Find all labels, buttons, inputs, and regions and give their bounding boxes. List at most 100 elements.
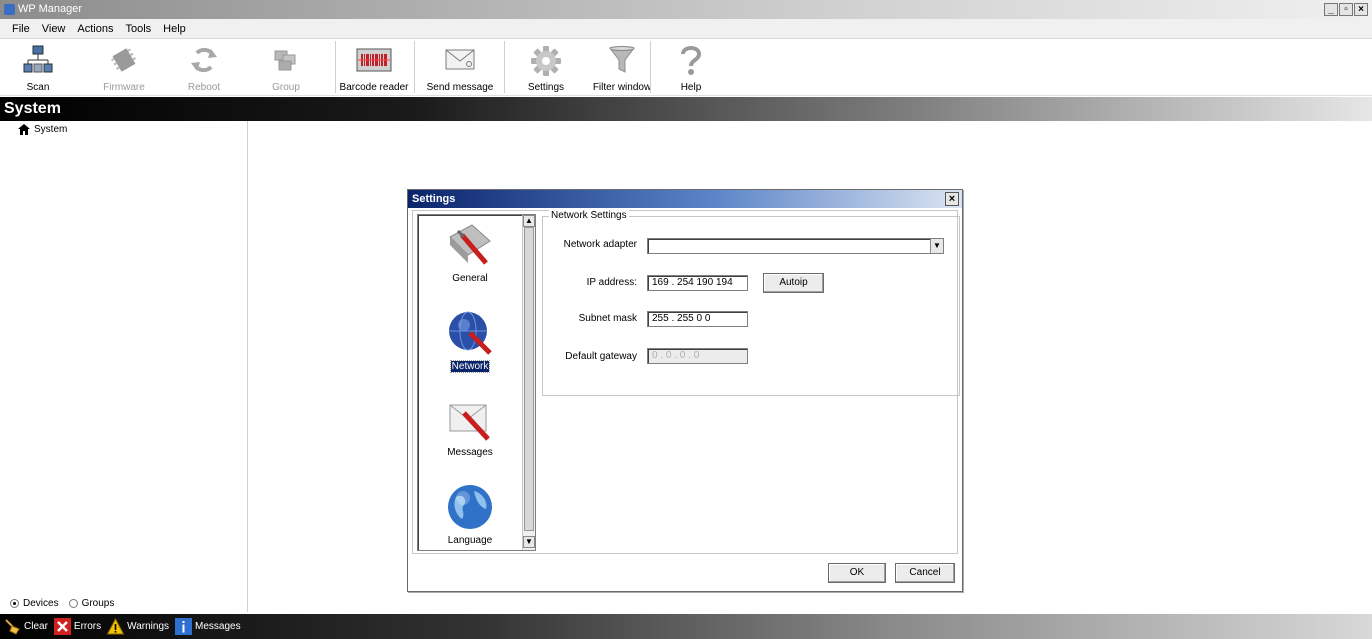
settings-button[interactable]: Settings (520, 41, 572, 95)
clear-button[interactable]: Clear (4, 618, 48, 635)
menu-tools[interactable]: Tools (119, 23, 157, 35)
reboot-label: Reboot (187, 82, 221, 93)
network-icon (23, 45, 53, 73)
globe-icon (448, 485, 492, 529)
network-adapter-label: Network adapter (563, 239, 637, 250)
window-title: WP Manager (18, 3, 82, 15)
chip-icon (110, 48, 137, 72)
menu-help[interactable]: Help (157, 23, 192, 35)
warnings-label: Warnings (127, 621, 170, 632)
messages-button[interactable]: Messages (175, 618, 241, 635)
errors-label: Errors (73, 621, 102, 632)
send-message-button[interactable]: Send message (424, 41, 496, 95)
broom-icon (5, 619, 20, 635)
menu-view[interactable]: View (36, 23, 72, 35)
messages-tools-icon (449, 404, 490, 441)
close-window-button[interactable]: × (1354, 3, 1368, 16)
ok-button[interactable]: OK (828, 563, 886, 583)
window-title-bar: WP Manager _ ▫ × (0, 0, 1372, 19)
toolbar-separator (414, 41, 415, 93)
menu-file[interactable]: File (6, 23, 36, 35)
firmware-button[interactable]: Firmware (100, 41, 148, 95)
app-icon (4, 4, 15, 15)
category-scrollbar[interactable]: ▲ ▼ (522, 215, 535, 550)
groups-radio[interactable] (68, 599, 78, 608)
category-label: General (452, 273, 488, 284)
subnet-mask-label: Subnet mask (578, 313, 637, 324)
scan-label: Scan (26, 82, 50, 93)
dialog-title-bar: Settings × (408, 190, 962, 208)
category-label: Messages (447, 447, 493, 458)
filter-window-button[interactable]: Filter window (584, 41, 660, 95)
category-label: Network (449, 360, 491, 373)
category-general[interactable]: General (418, 223, 522, 284)
ip-address-label: IP address: (586, 277, 637, 288)
toolbar-separator (650, 41, 651, 93)
dialog-body: General Network Messages Language ▲ ▼ Ne… (412, 210, 960, 554)
category-network[interactable]: Network (418, 309, 522, 373)
help-label: Help (680, 82, 702, 93)
restore-button[interactable]: ▫ (1339, 3, 1353, 16)
section-title: System (4, 100, 61, 117)
minimize-button[interactable]: _ (1324, 3, 1338, 16)
ip-address-value: 169 . 254 190 194 (652, 277, 733, 288)
category-label: Language (447, 535, 493, 546)
errors-button[interactable]: Errors (53, 618, 102, 635)
group-icon (274, 50, 296, 71)
gear-icon (531, 46, 561, 76)
reboot-icon (191, 47, 217, 73)
network-globe-icon (449, 311, 492, 355)
section-header: System (0, 97, 1372, 121)
barcode-reader-button[interactable]: Barcode reader (338, 41, 410, 95)
filter-window-label: Filter window (592, 82, 652, 93)
group-button[interactable]: Group (262, 41, 310, 95)
network-adapter-select[interactable]: ▼ (647, 238, 944, 254)
filter-icon (609, 46, 635, 73)
device-tree-panel: System Devices Groups (0, 121, 248, 612)
send-message-label: Send message (426, 82, 494, 93)
help-button[interactable]: Help (668, 41, 714, 95)
barcode-reader-label: Barcode reader (339, 82, 409, 93)
default-gateway-field: 0 . 0 . 0 . 0 (647, 348, 748, 364)
help-icon (681, 46, 702, 75)
devices-radio-label: Devices (23, 598, 59, 609)
cancel-button[interactable]: Cancel (895, 563, 955, 583)
envelope-icon (445, 49, 475, 70)
clear-label: Clear (24, 621, 48, 632)
menu-actions[interactable]: Actions (71, 23, 119, 35)
group-label: Group (272, 82, 300, 93)
warning-icon (107, 618, 125, 635)
group-title: Network Settings (549, 210, 629, 221)
barcode-icon (356, 48, 392, 72)
scroll-up-icon[interactable]: ▲ (523, 215, 535, 227)
info-icon (175, 618, 193, 635)
toolbar-separator (504, 41, 505, 93)
default-gateway-value: 0 . 0 . 0 . 0 (652, 350, 700, 361)
network-settings-group: Network Settings Network adapter ▼ IP ad… (542, 210, 960, 396)
firmware-label: Firmware (103, 82, 145, 93)
reboot-button[interactable]: Reboot (180, 41, 228, 95)
home-icon (18, 124, 30, 135)
scan-button[interactable]: Scan (14, 41, 62, 95)
autoip-button[interactable]: Autoip (763, 273, 824, 293)
subnet-mask-field[interactable]: 255 . 255 0 0 (647, 311, 748, 327)
dialog-close-button[interactable]: × (945, 192, 959, 206)
category-messages[interactable]: Messages (418, 397, 522, 458)
scroll-down-icon[interactable]: ▼ (523, 536, 535, 548)
toolbar-separator (335, 41, 336, 93)
menu-bar: File View Actions Tools Help (0, 19, 1372, 39)
ip-address-field[interactable]: 169 . 254 190 194 (647, 275, 748, 291)
warnings-button[interactable]: Warnings (107, 618, 169, 635)
tree-item-label: System (34, 124, 68, 135)
devices-radio[interactable] (10, 599, 19, 608)
default-gateway-label: Default gateway (565, 351, 637, 362)
chevron-down-icon[interactable]: ▼ (930, 239, 943, 253)
settings-dialog: Settings × General Network Messages Lang… (407, 189, 963, 592)
tools-icon (449, 224, 491, 265)
scroll-thumb[interactable] (524, 227, 534, 531)
subnet-mask-value: 255 . 255 0 0 (652, 313, 711, 324)
category-language[interactable]: Language (418, 483, 522, 546)
window-controls: _ ▫ × (1324, 3, 1368, 16)
category-list: General Network Messages Language ▲ ▼ (417, 214, 536, 551)
tree-item-system[interactable]: System (18, 124, 67, 135)
